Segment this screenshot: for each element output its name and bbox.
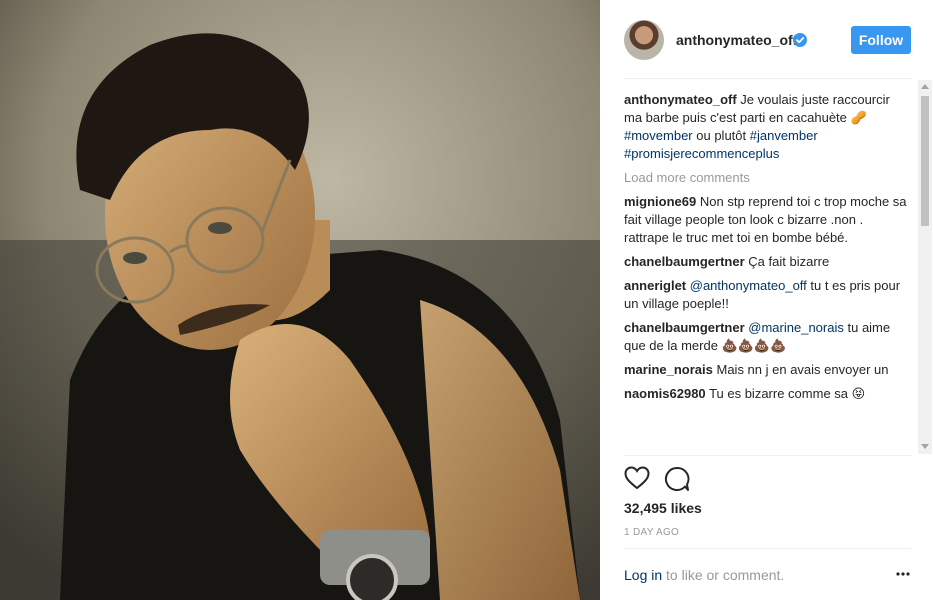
login-prompt-text: to like or comment. xyxy=(662,567,785,583)
comments-divider xyxy=(624,455,911,456)
list-item: naomis62980 Tu es bizarre comme sa 😝 xyxy=(624,385,910,403)
post-header: anthonymateo_off Follow xyxy=(600,0,933,78)
list-item: chanelbaumgertner @marine_norais tu aime… xyxy=(624,319,910,355)
more-options-icon[interactable] xyxy=(896,572,910,576)
portrait-image xyxy=(0,0,600,600)
comment-username[interactable]: mignione69 xyxy=(624,194,696,209)
comments-list: anthonymateo_off Je voulais juste raccou… xyxy=(624,91,910,455)
avatar[interactable] xyxy=(624,20,664,60)
scroll-thumb[interactable] xyxy=(921,96,929,226)
post-timestamp: 1 DAY AGO xyxy=(624,527,680,538)
caption-text-2: ou plutôt xyxy=(692,128,750,143)
comment-mention[interactable]: @marine_norais xyxy=(748,320,844,335)
follow-button[interactable]: Follow xyxy=(851,26,911,54)
comments-scrollbar[interactable] xyxy=(918,80,932,454)
heart-icon[interactable] xyxy=(624,466,650,490)
scroll-up-arrow-icon[interactable] xyxy=(921,84,929,89)
load-more-comments-link[interactable]: Load more comments xyxy=(624,169,910,187)
hashtag-movember[interactable]: #movember xyxy=(624,128,693,143)
comment-mention[interactable]: @anthonymateo_off xyxy=(690,278,807,293)
verified-badge-icon xyxy=(793,33,807,47)
comment-text: Ça fait bizarre xyxy=(748,254,830,269)
comment-username[interactable]: chanelbaumgertner xyxy=(624,320,745,335)
list-item: anneriglet @anthonymateo_off tu t es pri… xyxy=(624,277,910,313)
comment-username[interactable]: marine_norais xyxy=(624,362,713,377)
list-item: chanelbaumgertner Ça fait bizarre xyxy=(624,253,910,271)
likes-count[interactable]: 32,495 likes xyxy=(624,500,702,516)
comment-text: Mais nn j en avais envoyer un xyxy=(716,362,889,377)
scroll-down-arrow-icon[interactable] xyxy=(921,444,929,449)
caption-username[interactable]: anthonymateo_off xyxy=(624,92,737,107)
hashtag-promisjerecommenceplus[interactable]: #promisjerecommenceplus xyxy=(624,146,779,161)
hashtag-janvember[interactable]: #janvember xyxy=(750,128,818,143)
instagram-post: anthonymateo_off Follow anthonymateo_off… xyxy=(0,0,933,600)
header-username[interactable]: anthonymateo_off xyxy=(676,32,797,48)
list-item: mignione69 Non stp reprend toi c trop mo… xyxy=(624,193,910,247)
comment-username[interactable]: chanelbaumgertner xyxy=(624,254,745,269)
caption: anthonymateo_off Je voulais juste raccou… xyxy=(624,91,910,163)
comment-username[interactable]: naomis62980 xyxy=(624,386,706,401)
post-photo[interactable] xyxy=(0,0,600,600)
login-prompt: Log in to like or comment. xyxy=(624,567,784,583)
list-item: marine_norais Mais nn j en avais envoyer… xyxy=(624,361,910,379)
comment-text: Tu es bizarre comme sa 😝 xyxy=(709,386,866,401)
footer-divider xyxy=(624,548,911,549)
login-link[interactable]: Log in xyxy=(624,567,662,583)
comment-bubble-icon[interactable] xyxy=(664,466,690,492)
header-divider xyxy=(624,78,911,79)
comment-username[interactable]: anneriglet xyxy=(624,278,686,293)
